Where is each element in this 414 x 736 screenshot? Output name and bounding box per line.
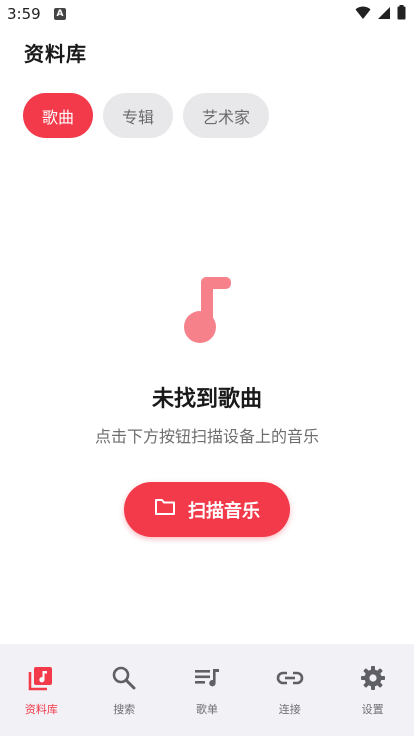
empty-state-subtitle: 点击下方按钮扫描设备上的音乐 [94,427,319,446]
wifi-icon [355,5,371,24]
library-tabs: 歌曲 专辑 艺术家 [23,93,270,138]
status-icons [355,5,406,24]
tab-albums[interactable]: 专辑 [103,93,174,138]
music-note-icon [179,273,235,353]
nav-item-playlist[interactable]: 歌单 [166,644,249,736]
nav-label-playlist: 歌单 [195,703,218,716]
folder-icon [154,498,176,521]
empty-state-title: 未找到歌曲 [151,387,262,412]
nav-label-library: 资料库 [24,703,58,716]
gear-icon [359,664,387,692]
library-icon [27,664,55,692]
bottom-nav: 资料库 搜索 歌单 连接 设置 [0,644,414,736]
page-title: 资料库 [24,42,87,66]
scan-music-button[interactable]: 扫描音乐 [124,482,290,537]
link-icon [276,664,304,692]
playlist-icon [193,664,221,692]
tab-artists[interactable]: 艺术家 [183,93,270,138]
nav-item-search[interactable]: 搜索 [83,644,166,736]
screen: 3:59 A 资料库 歌曲 专辑 艺术家 未找到歌曲 点击下方按钮扫描设备上的音… [0,0,414,736]
status-time: 3:59 [7,5,41,23]
nav-label-connect: 连接 [278,703,301,716]
nav-item-library[interactable]: 资料库 [0,644,83,736]
scan-music-button-label: 扫描音乐 [188,500,260,522]
search-icon [110,664,138,692]
notification-app-icon: A [54,8,66,20]
battery-icon [397,5,406,24]
nav-label-settings: 设置 [361,703,384,716]
nav-item-connect[interactable]: 连接 [248,644,331,736]
tab-songs[interactable]: 歌曲 [23,93,94,138]
status-bar: 3:59 A [0,0,414,28]
nav-item-settings[interactable]: 设置 [331,644,414,736]
cellular-signal-icon [377,5,391,24]
nav-label-search: 搜索 [113,703,136,716]
